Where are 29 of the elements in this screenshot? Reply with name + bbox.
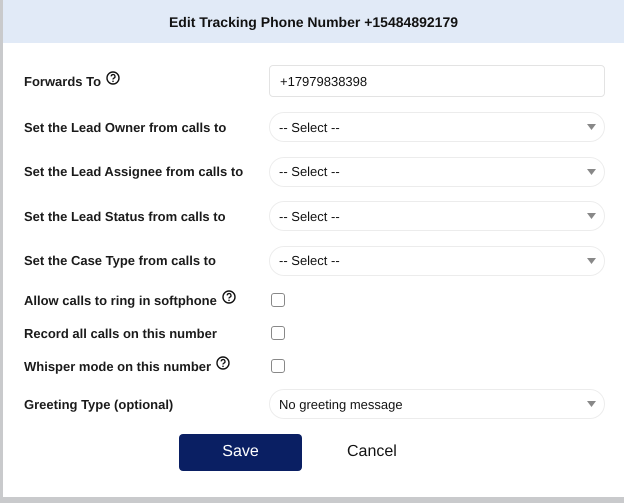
help-icon[interactable]	[106, 71, 120, 85]
field-label: Set the Lead Assignee from calls to	[24, 164, 244, 179]
caret-icon	[587, 258, 596, 264]
field-label: Set the Lead Status from calls to	[24, 208, 226, 224]
select-dropdown[interactable]: -- Select --	[269, 246, 605, 276]
select-dropdown[interactable]: -- Select --	[269, 156, 605, 186]
select-dropdown[interactable]: No greeting message	[269, 389, 605, 419]
field-label: Whisper mode on this number	[24, 358, 212, 374]
field-label: Record all calls on this number	[24, 326, 217, 340]
checkbox[interactable]	[271, 293, 285, 307]
phone-input[interactable]: +17979838398	[269, 65, 605, 97]
caret-icon	[587, 401, 596, 407]
select-dropdown[interactable]: -- Select --	[269, 201, 605, 231]
caret-icon	[587, 124, 596, 130]
help-icon[interactable]	[222, 290, 236, 304]
dialog-title: Edit Tracking Phone Number +15484892179	[168, 14, 458, 30]
caret-icon	[587, 168, 596, 174]
select-dropdown[interactable]: -- Select --	[269, 112, 605, 142]
help-icon[interactable]	[216, 356, 230, 370]
field-label: Allow calls to ring in softphone	[24, 292, 217, 308]
field-label: Set the Case Type from calls to	[24, 253, 216, 268]
field-label: Greeting Type (optional)	[24, 396, 174, 412]
save-button[interactable]: Save	[179, 434, 302, 470]
checkbox[interactable]	[271, 326, 285, 340]
caret-icon	[587, 213, 596, 219]
checkbox[interactable]	[271, 359, 285, 373]
field-label: Set the Lead Owner from calls to	[24, 120, 226, 134]
field-label: Forwards To	[24, 74, 102, 88]
cancel-button[interactable]: Cancel	[335, 443, 409, 461]
